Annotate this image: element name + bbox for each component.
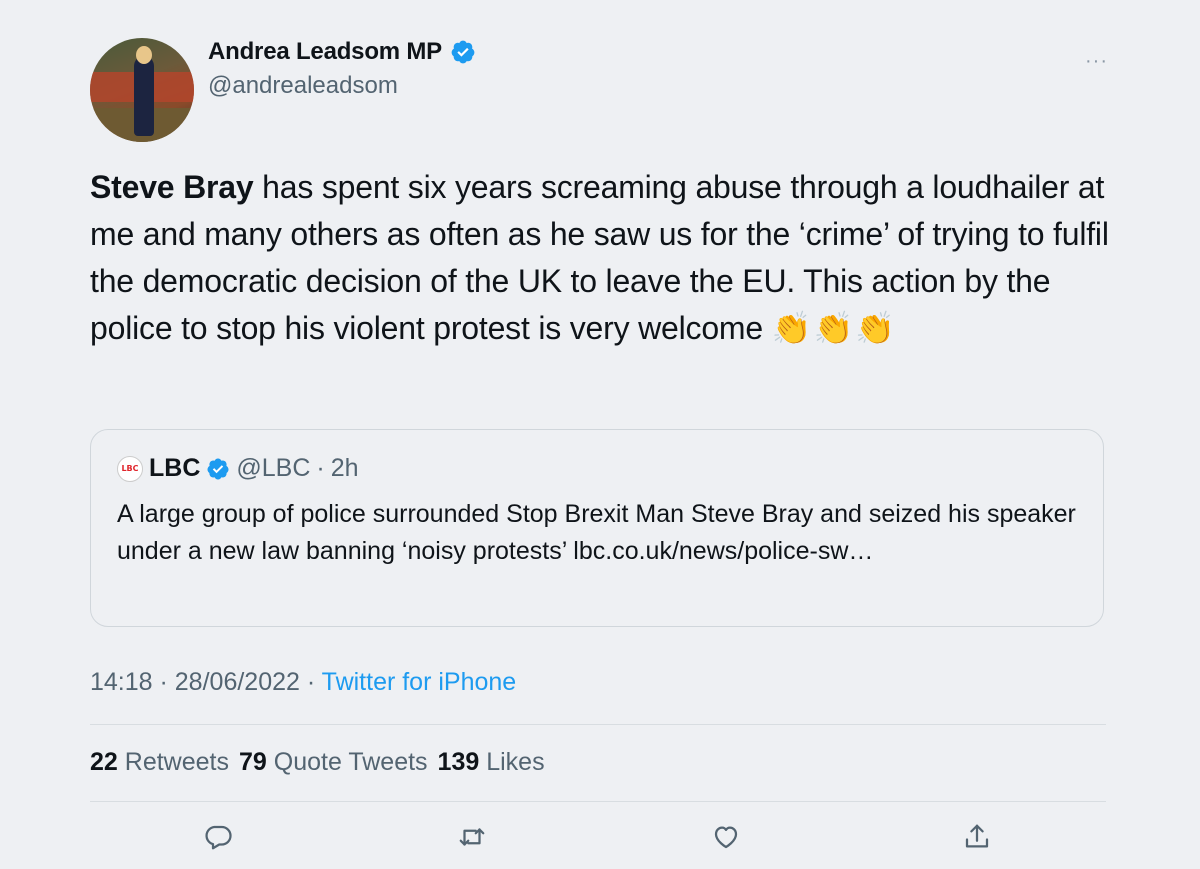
more-icon[interactable]: ··· (1085, 50, 1108, 73)
quote-text: A large group of police surrounded Stop … (117, 500, 1076, 565)
quote-separator: · (316, 454, 325, 482)
avatar-head (136, 46, 152, 64)
quote-time: 2h (330, 454, 359, 482)
lbc-logo-icon: LBC (117, 455, 143, 482)
avatar[interactable] (90, 38, 194, 142)
author-name[interactable]: Andrea Leadsom MP (208, 38, 442, 66)
quote-header: LBC LBC @LBC · 2h (117, 454, 359, 483)
share-icon[interactable] (962, 822, 992, 852)
meta-separator: · (152, 668, 175, 696)
tweet-text: Steve Bray has spent six years screaming… (90, 164, 1130, 352)
tweet-meta: 14:18 · 28/06/2022 · Twitter for iPhone (90, 668, 516, 697)
quote-tweets-stat[interactable]: 79 Quote Tweets (239, 748, 428, 777)
author-name-row[interactable]: Andrea Leadsom MP (208, 38, 476, 66)
retweet-icon[interactable] (457, 822, 487, 852)
tweet-bold-name: Steve Bray (90, 169, 254, 205)
retweets-stat[interactable]: 22 Retweets (90, 748, 229, 777)
verified-badge-icon (207, 458, 229, 479)
tweet-date[interactable]: 28/06/2022 (175, 668, 300, 696)
tweet-stats: 22 Retweets 79 Quote Tweets 139 Likes (90, 748, 545, 777)
quote-author-handle: @LBC (236, 454, 311, 482)
likes-stat[interactable]: 139 Likes (438, 748, 545, 777)
lbc-logo-text: LBC (121, 464, 139, 473)
divider (90, 724, 1106, 725)
quote-author-name: LBC (149, 454, 201, 482)
tweet-time[interactable]: 14:18 (90, 668, 153, 696)
avatar-figure (134, 56, 154, 136)
divider (90, 801, 1106, 802)
like-icon[interactable] (711, 822, 741, 852)
action-bar (0, 822, 1200, 858)
verified-badge-icon (451, 40, 475, 64)
clap-emoji: 👏👏👏 (771, 310, 898, 346)
reply-icon[interactable] (203, 822, 233, 852)
author-handle[interactable]: @andrealeadsom (208, 72, 398, 100)
quoted-tweet-card[interactable]: LBC LBC @LBC · 2h A large group of police … (90, 429, 1104, 627)
tweet-source-link[interactable]: Twitter for iPhone (322, 668, 517, 696)
meta-separator-2: · (299, 668, 322, 696)
